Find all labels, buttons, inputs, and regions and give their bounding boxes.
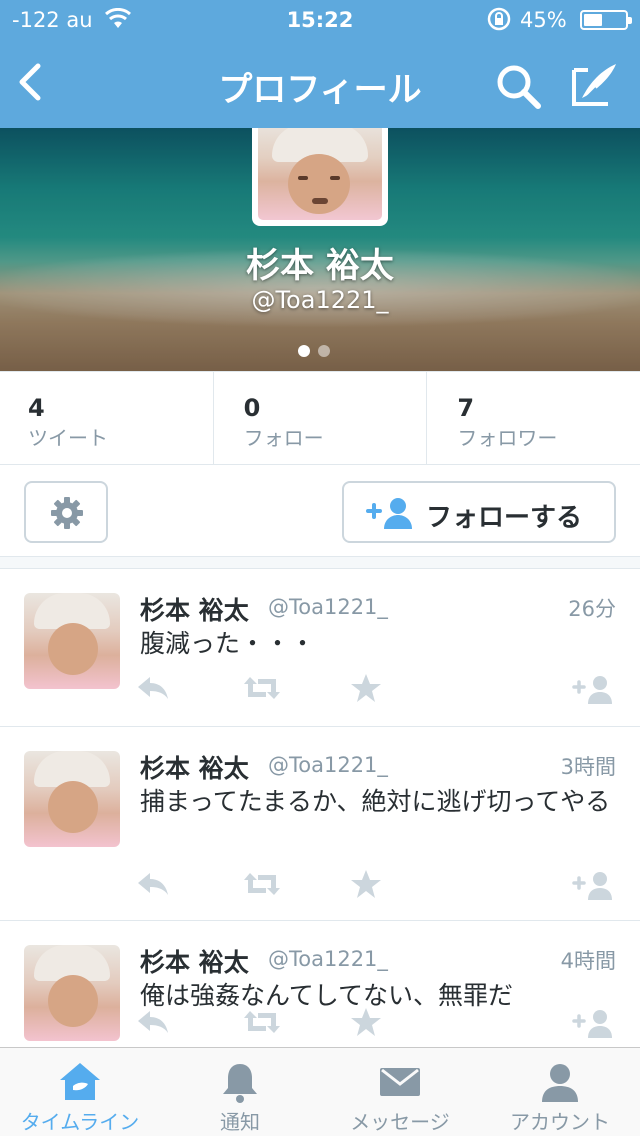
page-indicator[interactable] [298,342,338,361]
reply-icon[interactable] [136,673,170,703]
battery-icon [580,10,632,30]
follow-user-icon[interactable] [572,1007,616,1039]
profile-stats: 4 ツイート 0 フォロー 7 フォロワー [0,371,640,465]
tweet-list: 杉本 裕太 @Toa1221_ 26分 腹減った・・・ 杉本 裕太 @Toa12… [0,569,640,1047]
tweet-actions [136,1007,616,1043]
tweet-avatar[interactable] [24,751,120,847]
retweet-icon[interactable] [242,1007,282,1037]
stat-value: 7 [457,394,475,422]
tab-label: アカウント [510,1110,610,1134]
profile-handle: @Toa1221_ [251,286,389,314]
stat-label: フォロー [243,426,324,450]
battery-fill [584,14,602,26]
follow-button[interactable]: フォローする [342,481,616,543]
tab-messages[interactable]: メッセージ [320,1048,480,1136]
profile-actions: フォローする [0,465,640,557]
favorite-icon[interactable] [350,869,382,899]
tweet-author-name: 杉本 裕太 [140,948,249,977]
stat-tweets[interactable]: 4 ツイート [0,372,214,464]
home-icon [60,1063,100,1100]
bell-icon [223,1064,257,1103]
stat-following[interactable]: 0 フォロー [214,372,428,464]
favorite-icon[interactable] [350,1007,382,1037]
tweet-avatar[interactable] [24,593,120,689]
tweet-timestamp: 4時間 [560,949,616,973]
reply-icon[interactable] [136,869,170,899]
profile-header: 杉本 裕太 @Toa1221_ [0,128,640,371]
tweet-timestamp: 3時間 [560,755,616,779]
tweet-text: 腹減った・・・ [140,629,316,658]
page-title: プロフィール [218,70,422,110]
tweet-actions [136,673,616,709]
tweet-author-handle: @Toa1221_ [268,947,388,971]
tweet[interactable]: 杉本 裕太 @Toa1221_ 3時間 捕まってたまるか、絶対に逃げ切ってやる [0,727,640,921]
search-icon[interactable] [494,62,542,110]
gear-icon [51,497,83,529]
tab-bar: タイムライン 通知 メッセージ アカウント [0,1047,640,1136]
stat-value: 0 [243,394,261,422]
profile-name: 杉本 裕太 [246,246,394,286]
tweet-author-handle: @Toa1221_ [268,753,388,777]
battery-percent: 45% [520,8,567,32]
page-dot-active [298,345,310,357]
section-divider [0,557,640,569]
rotation-lock-icon [486,6,512,37]
envelope-icon [380,1068,420,1096]
tweet-actions [136,869,616,905]
stat-label: ツイート [28,426,108,450]
tab-notifications[interactable]: 通知 [160,1048,320,1136]
follow-user-icon[interactable] [572,869,616,901]
compose-icon[interactable] [568,60,620,110]
tweet[interactable]: 杉本 裕太 @Toa1221_ 26分 腹減った・・・ [0,569,640,727]
profile-avatar[interactable] [252,128,388,226]
tab-timeline[interactable]: タイムライン [0,1048,160,1136]
tweet-author-name: 杉本 裕太 [140,596,249,625]
add-user-icon [366,498,412,529]
page-dot [318,345,330,357]
stat-followers[interactable]: 7 フォロワー [427,372,640,464]
stat-label: フォロワー [457,426,558,450]
tab-label: タイムライン [20,1110,140,1134]
tweet[interactable]: 杉本 裕太 @Toa1221_ 4時間 俺は強姦なんてしてない、無罪だ [0,921,640,1047]
person-icon [542,1064,578,1102]
tweet-avatar[interactable] [24,945,120,1041]
tweet-text: 捕まってたまるか、絶対に逃げ切ってやる [140,787,611,816]
top-bar: -122 au 15:22 45% プロフィール [0,0,640,128]
follow-user-icon[interactable] [572,673,616,705]
tweet-author-handle: @Toa1221_ [268,595,388,619]
reply-icon[interactable] [136,1007,170,1037]
tweet-author-name: 杉本 裕太 [140,754,249,783]
tab-account[interactable]: アカウント [480,1048,640,1136]
retweet-icon[interactable] [242,673,282,703]
status-bar: -122 au 15:22 45% [0,0,640,40]
stat-value: 4 [28,394,45,422]
follow-button-label: フォローする [426,503,583,533]
tab-label: メッセージ [350,1110,450,1134]
retweet-icon[interactable] [242,869,282,899]
tweet-timestamp: 26分 [568,597,616,621]
tab-label: 通知 [220,1110,260,1134]
favorite-icon[interactable] [350,673,382,703]
navigation-bar: プロフィール [0,40,640,128]
settings-button[interactable] [24,481,108,543]
